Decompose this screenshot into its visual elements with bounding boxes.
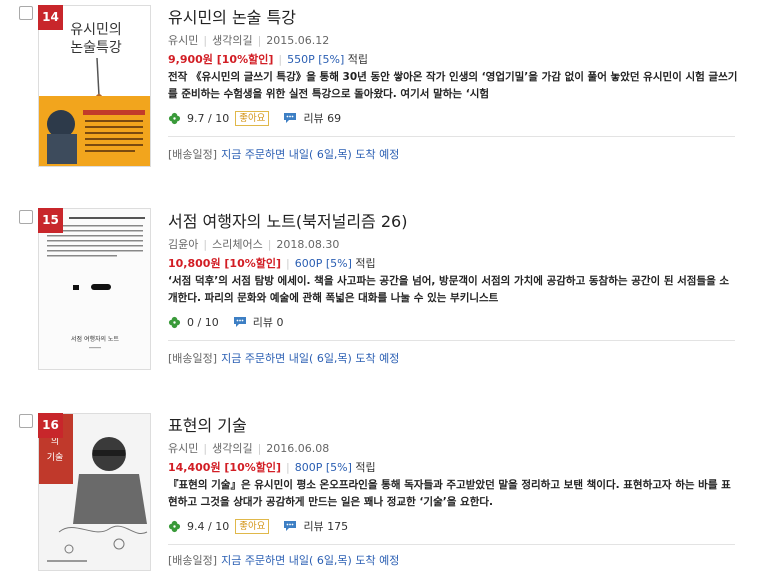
points: 800P [5%] — [294, 461, 352, 474]
review-count[interactable]: 리뷰 69 — [303, 110, 341, 126]
book-title[interactable]: 유시민의 논술 특강 — [168, 4, 296, 28]
rank-badge: 15 — [38, 208, 63, 233]
price-line: 10,800원 [10%할인] | 600P [5%] 적립 — [168, 257, 376, 270]
rating-row: 0 / 10 리뷰 0 — [168, 314, 283, 330]
book-description: ‘서점 덕후’의 서점 탐방 에세이. 책을 사고파는 공간을 넘어, 방문객이… — [168, 275, 730, 304]
sale-price: 9,900원 [10%할인] — [168, 53, 274, 66]
sale-price: 14,400원 [10%할인] — [168, 461, 282, 474]
clover-icon — [168, 520, 181, 532]
book-meta: 유시민 | 생각의길 | 2015.06.12 — [168, 34, 330, 47]
pub-date: 2018.08.30 — [276, 238, 340, 251]
publisher[interactable]: 생각의길 — [212, 34, 252, 47]
book-description: 전작 《유시민의 글쓰기 특강》을 통해 30년 동안 쌓아온 작가 인생의 ‘… — [168, 71, 738, 100]
select-checkbox[interactable] — [19, 210, 33, 224]
review-count[interactable]: 리뷰 175 — [303, 518, 348, 534]
svg-text:논술특강: 논술특강 — [70, 40, 122, 56]
book-description: 『표현의 기술』은 유시민이 평소 온오프라인을 통해 독자들과 주고받았던 말… — [168, 479, 731, 508]
shipping-message: 지금 주문하면 내일( 6일,목) 도착 예정 — [221, 352, 400, 365]
divider — [168, 136, 735, 137]
earn-label: 적립 — [347, 53, 369, 66]
rating-row: 9.4 / 10 좋아요 리뷰 175 — [168, 518, 348, 534]
price-line: 14,400원 [10%할인] | 800P [5%] 적립 — [168, 461, 376, 474]
select-checkbox[interactable] — [19, 414, 33, 428]
clover-icon — [168, 316, 181, 328]
publisher[interactable]: 생각의길 — [212, 442, 252, 455]
cover-title: 서점 여행자의 노트 — [71, 335, 119, 343]
shipping-label: [배송일정] — [168, 554, 218, 567]
publisher[interactable]: 스리체어스 — [212, 238, 263, 251]
like-badge: 좋아요 — [235, 518, 270, 534]
svg-text:기술: 기술 — [47, 452, 64, 463]
cover-art: 서점 여행자의 노트 — [39, 209, 150, 369]
like-badge: 좋아요 — [235, 110, 270, 126]
price-line: 9,900원 [10%할인] | 550P [5%] 적립 — [168, 53, 369, 66]
points: 600P [5%] — [294, 257, 352, 270]
shipping-message: 지금 주문하면 내일( 6일,목) 도착 예정 — [221, 554, 400, 567]
clover-icon — [168, 112, 181, 124]
author[interactable]: 유시민 — [168, 34, 198, 47]
book-meta: 유시민 | 생각의길 | 2016.06.08 — [168, 442, 330, 455]
book-title[interactable]: 서점 여행자의 노트(북저널리즘 26) — [168, 208, 407, 232]
divider — [168, 340, 735, 341]
sale-price: 10,800원 [10%할인] — [168, 257, 282, 270]
shipping-message: 지금 주문하면 내일( 6일,목) 도착 예정 — [221, 148, 400, 161]
speech-bubble-icon — [284, 113, 297, 123]
earn-label: 적립 — [355, 257, 376, 270]
rating-row: 9.7 / 10 좋아요 리뷰 69 — [168, 110, 341, 126]
book-meta: 김윤아 | 스리체어스 | 2018.08.30 — [168, 238, 340, 251]
shipping-label: [배송일정] — [168, 148, 218, 161]
rating-score: 9.7 / 10 — [187, 111, 230, 125]
earn-label: 적립 — [355, 461, 376, 474]
review-count[interactable]: 리뷰 0 — [253, 314, 284, 330]
rating-score: 0 / 10 — [187, 315, 219, 329]
divider — [168, 544, 735, 545]
rating-score: 9.4 / 10 — [187, 519, 230, 533]
svg-text:유시민의: 유시민의 — [70, 22, 122, 38]
shipping-label: [배송일정] — [168, 352, 218, 365]
speech-bubble-icon — [284, 521, 297, 531]
shipping-line: [배송일정] 지금 주문하면 내일( 6일,목) 도착 예정 — [168, 552, 399, 568]
points: 550P [5%] — [287, 53, 345, 66]
speech-bubble-icon — [233, 317, 246, 327]
shipping-line: [배송일정] 지금 주문하면 내일( 6일,목) 도착 예정 — [168, 350, 399, 366]
author[interactable]: 유시민 — [168, 442, 198, 455]
pub-date: 2016.06.08 — [266, 442, 330, 455]
book-title[interactable]: 표현의 기술 — [168, 412, 247, 436]
pub-date: 2015.06.12 — [266, 34, 330, 47]
cover-art: 유시민의 논술특강 — [39, 6, 150, 166]
author[interactable]: 김윤아 — [168, 238, 198, 251]
rank-badge: 14 — [38, 5, 63, 30]
rank-badge: 16 — [38, 413, 63, 438]
select-checkbox[interactable] — [19, 6, 33, 20]
shipping-line: [배송일정] 지금 주문하면 내일( 6일,목) 도착 예정 — [168, 146, 399, 162]
